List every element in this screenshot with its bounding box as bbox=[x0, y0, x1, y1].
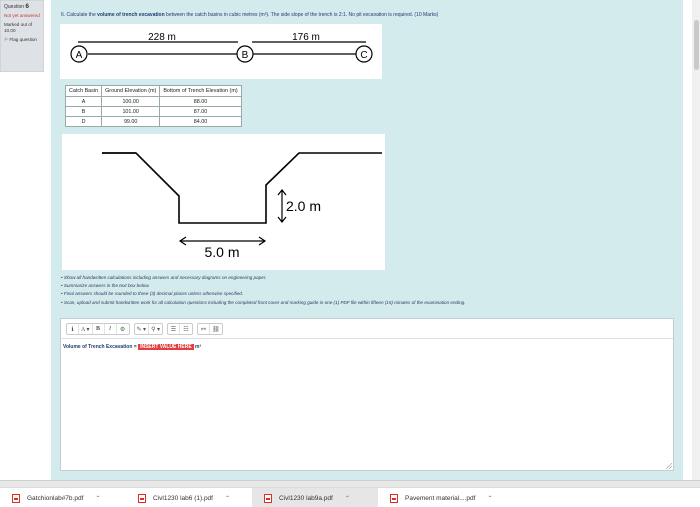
trench-depth-label: 2.0 m bbox=[286, 198, 321, 214]
italic-button[interactable]: I bbox=[105, 324, 117, 334]
list-item: Summarize answers in the text box below. bbox=[61, 282, 465, 290]
list-item: Show all handwritten calculations includ… bbox=[61, 274, 465, 282]
trench-cross-section-diagram: 2.0 m 5.0 m bbox=[62, 134, 385, 270]
toolbar-group: ⚯ ⛓ bbox=[196, 323, 223, 335]
distance-ab: 228 m bbox=[148, 32, 176, 43]
question-state: Not yet answered bbox=[4, 13, 40, 18]
list-item: Scan, upload and submit handwritten work… bbox=[61, 299, 466, 307]
unlink-button[interactable]: ⛓ bbox=[210, 324, 222, 334]
editor-body[interactable]: Volume of Trench Excavation = INSERT VAL… bbox=[61, 339, 673, 355]
scrollbar-thumb[interactable] bbox=[694, 20, 699, 70]
link-button[interactable]: ⚯ bbox=[198, 324, 210, 334]
table-header: Catch Basin bbox=[64, 85, 103, 97]
question-content: 6. Calculate the volume of trench excava… bbox=[51, 0, 683, 480]
page: Question 6 Not yet answered Marked out o… bbox=[0, 0, 700, 507]
download-filename: Civl1230 lab9a.pdf bbox=[279, 494, 333, 502]
draw-button[interactable]: ✎ ▾ bbox=[135, 324, 150, 334]
toolbar-group: ✎ ▾ ⚲ ▾ bbox=[133, 323, 163, 335]
download-filename: Civl1230 lab6 (1).pdf bbox=[153, 494, 213, 502]
resize-handle-icon[interactable] bbox=[666, 463, 672, 469]
download-item[interactable]: Gatchionlab#7b.pdf ⌃ bbox=[0, 488, 126, 507]
pdf-icon bbox=[138, 493, 146, 503]
table-row: B 101.00 87.00 bbox=[64, 106, 242, 117]
chevron-up-icon[interactable]: ⌃ bbox=[95, 495, 100, 502]
location-button[interactable]: ⚲ ▾ bbox=[149, 324, 162, 334]
download-filename: Pavement material....pdf bbox=[405, 494, 476, 502]
plugin-button[interactable]: ⚙ bbox=[117, 324, 129, 334]
editor-toolbar: ℹ A ▾ B I ⚙ ✎ ▾ ⚲ ▾ ☰ ☷ ⚯ ⛓ bbox=[61, 319, 673, 339]
table-cell: B bbox=[64, 106, 103, 117]
download-filename: Gatchionlab#7b.pdf bbox=[27, 494, 84, 502]
table-cell: D bbox=[64, 116, 103, 127]
download-item[interactable]: Civl1230 lab6 (1).pdf ⌃ bbox=[126, 488, 252, 507]
table-header-row: Catch Basin Ground Elevation (m) Bottom … bbox=[64, 85, 242, 97]
flag-icon: ⚐ bbox=[4, 37, 9, 42]
download-item[interactable]: Pavement material....pdf ⌃ bbox=[378, 488, 508, 507]
question-text: 6. Calculate the volume of trench excava… bbox=[61, 12, 439, 18]
node-b-label: B bbox=[242, 50, 249, 61]
font-size-button[interactable]: A ▾ bbox=[79, 324, 93, 334]
trench-width-label: 5.0 m bbox=[204, 244, 239, 260]
list-item: Final answers should be rounded to three… bbox=[61, 290, 465, 298]
download-item[interactable]: Civl1230 lab9a.pdf ⌃ bbox=[252, 488, 378, 507]
answer-unit: m³ bbox=[193, 344, 202, 350]
chevron-up-icon[interactable]: ⌃ bbox=[487, 495, 492, 502]
question-info-panel: Question 6 Not yet answered Marked out o… bbox=[0, 0, 44, 72]
answer-editor[interactable]: ℹ A ▾ B I ⚙ ✎ ▾ ⚲ ▾ ☰ ☷ ⚯ ⛓ Volume of Tr… bbox=[60, 318, 674, 471]
table-cell: 88.00 bbox=[159, 96, 242, 107]
toolbar-group: ℹ A ▾ B I ⚙ bbox=[66, 323, 130, 335]
bold-button[interactable]: B bbox=[93, 324, 105, 334]
question-number: Question 6 bbox=[4, 3, 30, 10]
answer-placeholder[interactable]: INSERT VALUE HERE bbox=[138, 344, 194, 350]
table-cell: 84.00 bbox=[159, 116, 242, 127]
table-cell: A bbox=[64, 96, 103, 107]
download-bar: Gatchionlab#7b.pdf ⌃ Civl1230 lab6 (1).p… bbox=[0, 487, 700, 507]
toolbar-group: ☰ ☷ bbox=[166, 323, 193, 335]
chevron-up-icon[interactable]: ⌃ bbox=[225, 495, 230, 502]
node-c-label: C bbox=[360, 50, 367, 61]
pdf-icon bbox=[12, 493, 20, 503]
instruction-list: Show all handwritten calculations includ… bbox=[61, 274, 466, 307]
table-header: Ground Elevation (m) bbox=[101, 85, 161, 97]
elevation-table: Catch Basin Ground Elevation (m) Bottom … bbox=[64, 85, 242, 127]
table-cell: 100.00 bbox=[101, 96, 161, 107]
flag-question-link[interactable]: ⚐ Flag question bbox=[4, 37, 40, 43]
horizontal-scrollbar[interactable] bbox=[0, 480, 700, 487]
flag-question-label: Flag question bbox=[9, 37, 37, 42]
catch-basin-layout-diagram: A B C 228 m 176 m bbox=[60, 24, 382, 79]
table-cell: 87.00 bbox=[159, 106, 242, 117]
pdf-icon bbox=[264, 493, 272, 503]
table-cell: 101.00 bbox=[101, 106, 161, 117]
table-row: A 100.00 88.00 bbox=[64, 96, 242, 107]
info-button[interactable]: ℹ bbox=[67, 324, 79, 334]
question-marks: Marked out of 10.00 bbox=[4, 22, 33, 33]
table-header: Bottom of Trench Elevation (m) bbox=[159, 85, 242, 97]
chevron-up-icon[interactable]: ⌃ bbox=[345, 495, 350, 502]
pdf-icon bbox=[390, 493, 398, 503]
unordered-list-button[interactable]: ☰ bbox=[168, 324, 180, 334]
answer-label: Volume of Trench Excavation = bbox=[63, 344, 139, 350]
ordered-list-button[interactable]: ☷ bbox=[180, 324, 192, 334]
distance-bc: 176 m bbox=[292, 32, 320, 43]
vertical-scrollbar[interactable] bbox=[692, 0, 700, 480]
table-cell: 99.00 bbox=[101, 116, 161, 127]
node-a-label: A bbox=[76, 50, 83, 61]
table-row: D 99.00 84.00 bbox=[64, 116, 242, 127]
